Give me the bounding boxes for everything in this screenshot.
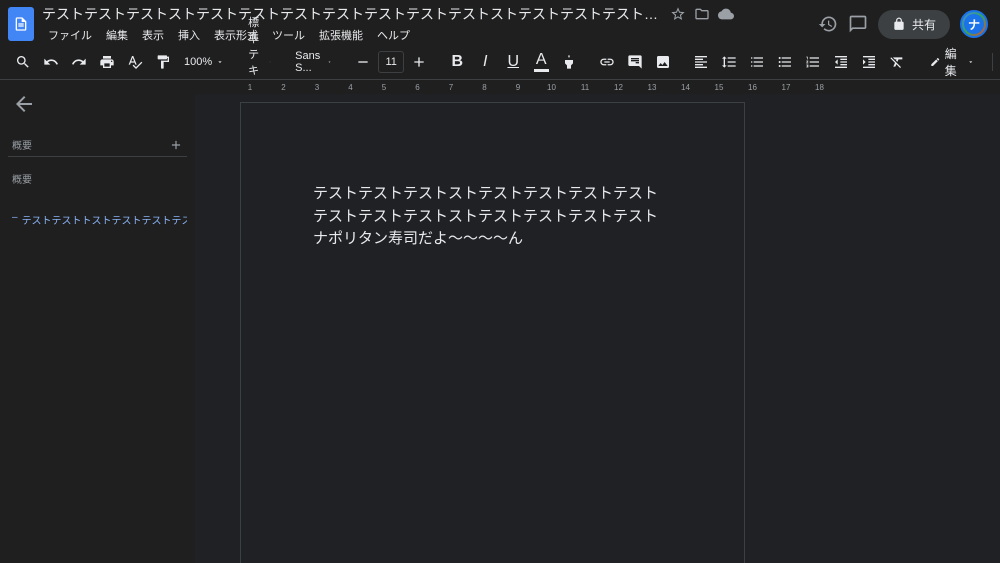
avatar-letter: ナ (964, 14, 984, 34)
edit-mode-button[interactable]: 編集 (922, 41, 982, 83)
cloud-icon[interactable] (718, 6, 734, 22)
align-icon[interactable] (688, 49, 714, 75)
avatar[interactable]: ナ (960, 10, 988, 38)
print-icon[interactable] (94, 49, 120, 75)
star-icon[interactable] (670, 6, 686, 22)
move-icon[interactable] (694, 6, 710, 22)
line-spacing-icon[interactable] (716, 49, 742, 75)
outline-header-label: 概要 (12, 137, 32, 152)
outline-item-text: テストテストトストテストテストテストテ... (22, 212, 187, 227)
toolbar: 100% 標準テキスト Sans S... B I U A 編集 (0, 44, 1000, 80)
menu-file[interactable]: ファイル (42, 25, 98, 45)
history-icon[interactable] (818, 14, 838, 34)
separator (992, 53, 993, 71)
italic-icon[interactable]: I (472, 49, 498, 75)
redo-icon[interactable] (66, 49, 92, 75)
share-button[interactable]: 共有 (878, 10, 950, 39)
editor-zone: 1 2 3 4 5 6 7 8 9 10 11 12 13 14 15 16 1… (195, 80, 1000, 563)
underline-icon[interactable]: U (500, 49, 526, 75)
numbered-list-icon[interactable] (800, 49, 826, 75)
outline-header: 概要 (8, 133, 187, 157)
search-icon[interactable] (10, 49, 36, 75)
font-size-input[interactable] (379, 56, 403, 68)
ruler[interactable]: 1 2 3 4 5 6 7 8 9 10 11 12 13 14 15 16 1… (195, 80, 1000, 94)
zoom-select[interactable]: 100% (178, 49, 230, 75)
paragraph-style-select[interactable]: 標準テキスト (242, 49, 277, 75)
add-comment-icon[interactable] (622, 49, 648, 75)
text-color-icon[interactable]: A (528, 49, 554, 75)
title-area: テストテストテストストテストテストテストテストテストテストテストストテストテスト… (42, 4, 818, 45)
font-select[interactable]: Sans S... (289, 49, 338, 75)
font-size-box (378, 51, 404, 73)
app-header: テストテストテストストテストテストテストテストテストテストテストストテストテスト… (0, 0, 1000, 44)
document-page[interactable]: テストテストテストストテストテストテストテストテストテストテストストテストテスト… (240, 102, 745, 563)
clear-format-icon[interactable] (884, 49, 910, 75)
font-size-increase[interactable] (406, 49, 432, 75)
zoom-value: 100% (184, 56, 212, 68)
menu-bar: ファイル 編集 表示 挿入 表示形式 ツール 拡張機能 ヘルプ (42, 25, 818, 45)
share-label: 共有 (912, 16, 936, 33)
bullet-list-icon[interactable] (772, 49, 798, 75)
comment-icon[interactable] (848, 14, 868, 34)
menu-tools[interactable]: ツール (266, 25, 311, 45)
checklist-icon[interactable] (744, 49, 770, 75)
undo-icon[interactable] (38, 49, 64, 75)
outline-sub-label: 概要 (8, 167, 187, 190)
document-title[interactable]: テストテストテストストテストテストテストテストテストテストテストストテストテスト… (42, 4, 662, 24)
outline-item[interactable]: テストテストトストテストテストテストテ... (8, 208, 187, 231)
content-area: 概要 概要 テストテストトストテストテストテストテ... 1 2 3 4 5 6… (0, 80, 1000, 563)
docs-logo[interactable] (8, 7, 34, 41)
document-body[interactable]: テストテストテストストテストテストテストテストテストテストテストストテストテスト… (313, 183, 672, 251)
font-value: Sans S... (295, 50, 323, 74)
header-right: 共有 ナ (818, 10, 988, 39)
menu-extensions[interactable]: 拡張機能 (313, 25, 369, 45)
highlight-icon[interactable] (556, 49, 582, 75)
outline-sidebar: 概要 概要 テストテストトストテストテストテストテ... (0, 80, 195, 563)
indent-increase-icon[interactable] (856, 49, 882, 75)
spellcheck-icon[interactable] (122, 49, 148, 75)
menu-help[interactable]: ヘルプ (371, 25, 416, 45)
menu-edit[interactable]: 編集 (100, 25, 134, 45)
add-summary-icon[interactable] (169, 138, 183, 152)
font-size-decrease[interactable] (350, 49, 376, 75)
indent-decrease-icon[interactable] (828, 49, 854, 75)
menu-insert[interactable]: 挿入 (172, 25, 206, 45)
bold-icon[interactable]: B (444, 49, 470, 75)
link-icon[interactable] (594, 49, 620, 75)
menu-view[interactable]: 表示 (136, 25, 170, 45)
format-paint-icon[interactable] (150, 49, 176, 75)
edit-mode-label: 編集 (945, 45, 963, 79)
back-arrow-icon[interactable] (12, 92, 36, 116)
image-icon[interactable] (650, 49, 676, 75)
